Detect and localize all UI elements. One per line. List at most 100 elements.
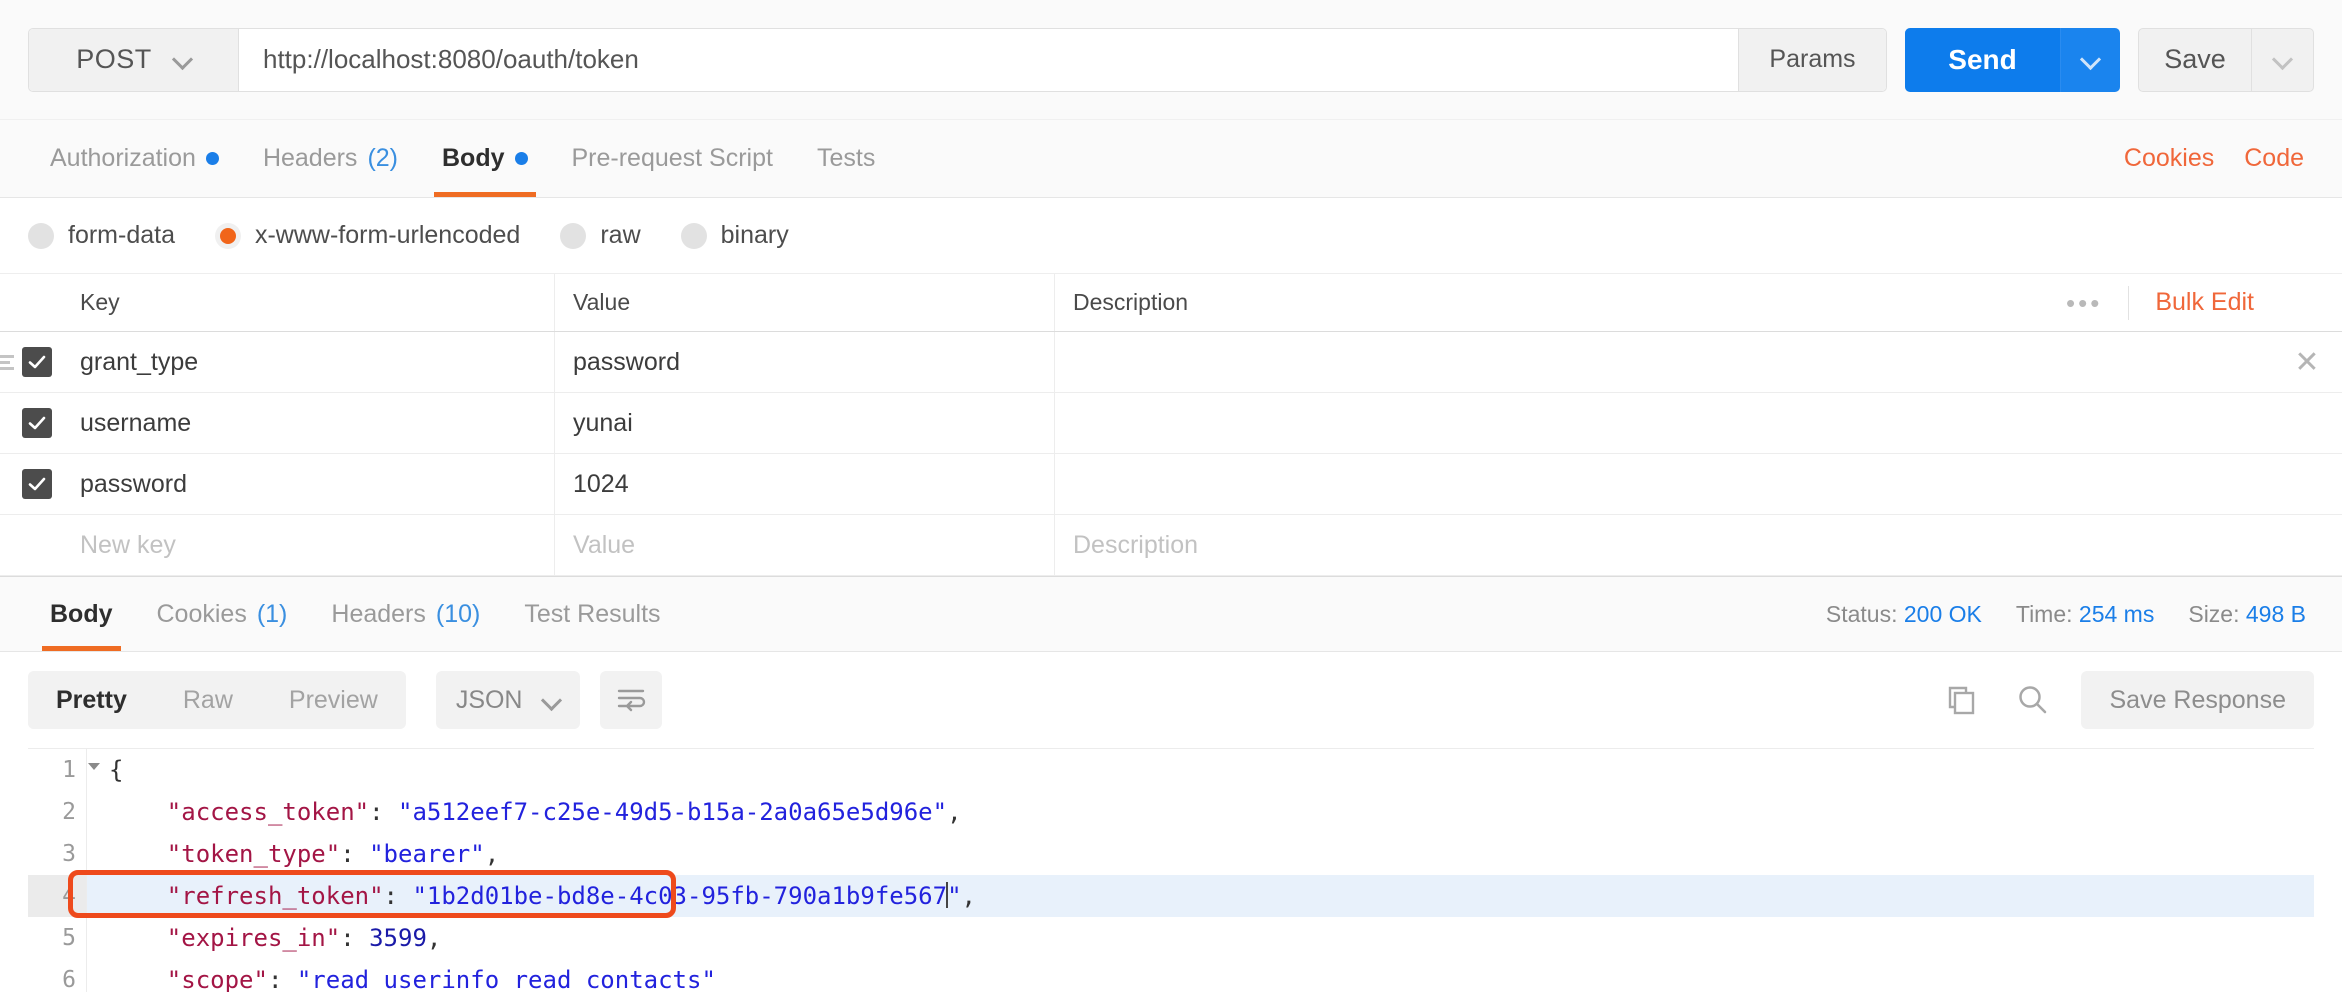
row-handle-cell bbox=[0, 454, 62, 514]
save-response-button[interactable]: Save Response bbox=[2081, 671, 2314, 729]
row-checkbox[interactable] bbox=[22, 469, 52, 499]
code-line: 1{ bbox=[28, 749, 2314, 791]
code-line: 3 "token_type": "bearer", bbox=[28, 833, 2314, 875]
time-label: Time: bbox=[2015, 600, 2073, 627]
token-k: "expires_in" bbox=[166, 924, 341, 952]
tab-count: (10) bbox=[435, 599, 481, 628]
row-checkbox[interactable] bbox=[22, 408, 52, 438]
token-s: "a512eef7-c25e-49d5-b15a-2a0a65e5d96e" bbox=[398, 798, 948, 826]
row-value[interactable]: password bbox=[555, 332, 1055, 392]
chevron-down-icon bbox=[2082, 51, 2099, 68]
token-s: "read_userinfo read_contacts" bbox=[296, 966, 716, 992]
send-options-button[interactable] bbox=[2060, 27, 2120, 92]
request-url-input[interactable] bbox=[239, 28, 1738, 91]
line-number: 3 bbox=[28, 833, 86, 875]
chevron-down-icon bbox=[543, 692, 560, 709]
tab-label: Headers bbox=[262, 144, 358, 172]
code-line-content[interactable]: "scope": "read_userinfo read_contacts" bbox=[86, 959, 2314, 992]
row-key[interactable]: grant_type bbox=[62, 332, 555, 392]
new-description-input[interactable]: Description bbox=[1055, 515, 2272, 575]
code-line: 2 "access_token": "a512eef7-c25e-49d5-b1… bbox=[28, 791, 2314, 833]
table-row: username yunai bbox=[0, 393, 2342, 454]
code-line-content[interactable]: "access_token": "a512eef7-c25e-49d5-b15a… bbox=[86, 791, 2314, 833]
save-options-button[interactable] bbox=[2251, 28, 2313, 91]
row-checkbox[interactable] bbox=[22, 347, 52, 377]
body-type-binary[interactable]: binary bbox=[680, 221, 789, 250]
tab-label: Tests bbox=[816, 144, 876, 172]
tab-label: Authorization bbox=[50, 144, 196, 172]
row-description[interactable] bbox=[1055, 393, 2272, 453]
code-line-content[interactable]: "refresh_token": "1b2d01be-bd8e-4c03-95f… bbox=[86, 875, 2314, 917]
token-p: , bbox=[947, 798, 962, 826]
tab-headers[interactable]: Headers (2) bbox=[241, 120, 420, 197]
delete-row-icon[interactable]: ✕ bbox=[2272, 332, 2342, 392]
row-value[interactable]: yunai bbox=[555, 393, 1055, 453]
status-value: 200 OK bbox=[1903, 600, 1982, 627]
body-key-value-table: Key Value Description ••• Bulk Edit gran… bbox=[0, 274, 2342, 576]
cookies-link[interactable]: Cookies bbox=[2124, 144, 2214, 173]
http-method-label: POST bbox=[76, 44, 152, 74]
postman-window: POST Params Send Save Authorization Head… bbox=[0, 0, 2342, 992]
tab-label: Test Results bbox=[524, 599, 661, 628]
request-tabs-actions: Cookies Code bbox=[2124, 120, 2314, 197]
row-description[interactable] bbox=[1055, 454, 2272, 514]
modified-dot-icon bbox=[205, 152, 219, 165]
body-type-urlencoded[interactable]: x-www-form-urlencoded bbox=[214, 221, 520, 250]
row-key[interactable]: username bbox=[62, 393, 555, 453]
tab-tests[interactable]: Tests bbox=[795, 120, 897, 197]
token-s: "bearer" bbox=[369, 840, 485, 868]
size-value: 498 B bbox=[2245, 600, 2306, 627]
save-button-group: Save bbox=[2138, 27, 2314, 92]
row-description[interactable] bbox=[1055, 332, 2272, 392]
word-wrap-button[interactable] bbox=[599, 671, 662, 729]
response-tab-test-results[interactable]: Test Results bbox=[502, 577, 682, 651]
code-line-content[interactable]: "token_type": "bearer", bbox=[86, 833, 2314, 875]
tab-pre-request-script[interactable]: Pre-request Script bbox=[550, 120, 795, 197]
view-mode-pretty[interactable]: Pretty bbox=[28, 671, 155, 729]
request-tab-bar: Authorization Headers (2) Body Pre-reque… bbox=[0, 120, 2342, 198]
token-p: : bbox=[340, 840, 370, 868]
drag-handle-icon[interactable] bbox=[0, 354, 14, 370]
new-row-handle-cell bbox=[0, 515, 62, 575]
bulk-edit-link[interactable]: Bulk Edit bbox=[2155, 288, 2254, 317]
body-type-form-data[interactable]: form-data bbox=[28, 221, 175, 250]
table-row: password 1024 bbox=[0, 454, 2342, 515]
header-description-label: Description bbox=[1073, 289, 1189, 315]
row-key[interactable]: password bbox=[62, 454, 555, 514]
row-action-spacer bbox=[2272, 454, 2342, 514]
response-tab-body[interactable]: Body bbox=[28, 577, 135, 651]
copy-icon bbox=[1949, 686, 1975, 715]
search-button[interactable] bbox=[2011, 679, 2053, 721]
save-button[interactable]: Save bbox=[2139, 29, 2251, 91]
format-selector[interactable]: JSON bbox=[435, 671, 580, 729]
http-method-selector[interactable]: POST bbox=[29, 28, 239, 91]
fold-toggle-icon[interactable] bbox=[88, 763, 100, 770]
radio-label: form-data bbox=[68, 221, 175, 249]
new-value-input[interactable]: Value bbox=[555, 515, 1055, 575]
token-p: : bbox=[383, 882, 413, 910]
params-button[interactable]: Params bbox=[1738, 28, 1886, 91]
response-tab-cookies[interactable]: Cookies (1) bbox=[135, 577, 310, 651]
code-line: 6 "scope": "read_userinfo read_contacts" bbox=[28, 959, 2314, 992]
code-link[interactable]: Code bbox=[2244, 144, 2304, 173]
new-key-input[interactable]: New key bbox=[62, 515, 555, 575]
view-mode-preview[interactable]: Preview bbox=[261, 671, 406, 729]
row-value[interactable]: 1024 bbox=[555, 454, 1055, 514]
code-line-content[interactable]: "expires_in": 3599, bbox=[86, 917, 2314, 959]
row-handle-cell bbox=[0, 393, 62, 453]
response-meta: Status: 200 OK Time: 254 ms Size: 498 B bbox=[1826, 577, 2314, 651]
tab-authorization[interactable]: Authorization bbox=[28, 120, 241, 197]
radio-icon bbox=[680, 222, 707, 249]
tab-label: Body bbox=[442, 144, 505, 172]
code-line-content[interactable]: { bbox=[86, 749, 2314, 791]
status-label: Status: bbox=[1825, 600, 1898, 627]
body-type-radio-group: form-data x-www-form-urlencoded raw bina… bbox=[0, 198, 2342, 274]
json-code-editor[interactable]: 1{2 "access_token": "a512eef7-c25e-49d5-… bbox=[28, 748, 2314, 992]
view-mode-raw[interactable]: Raw bbox=[155, 671, 261, 729]
copy-button[interactable] bbox=[1941, 679, 1983, 721]
ellipsis-icon[interactable]: ••• bbox=[2066, 290, 2102, 316]
tab-body[interactable]: Body bbox=[420, 120, 550, 197]
send-button[interactable]: Send bbox=[1905, 27, 2060, 92]
body-type-raw[interactable]: raw bbox=[560, 221, 641, 250]
response-tab-headers[interactable]: Headers (10) bbox=[309, 577, 502, 651]
